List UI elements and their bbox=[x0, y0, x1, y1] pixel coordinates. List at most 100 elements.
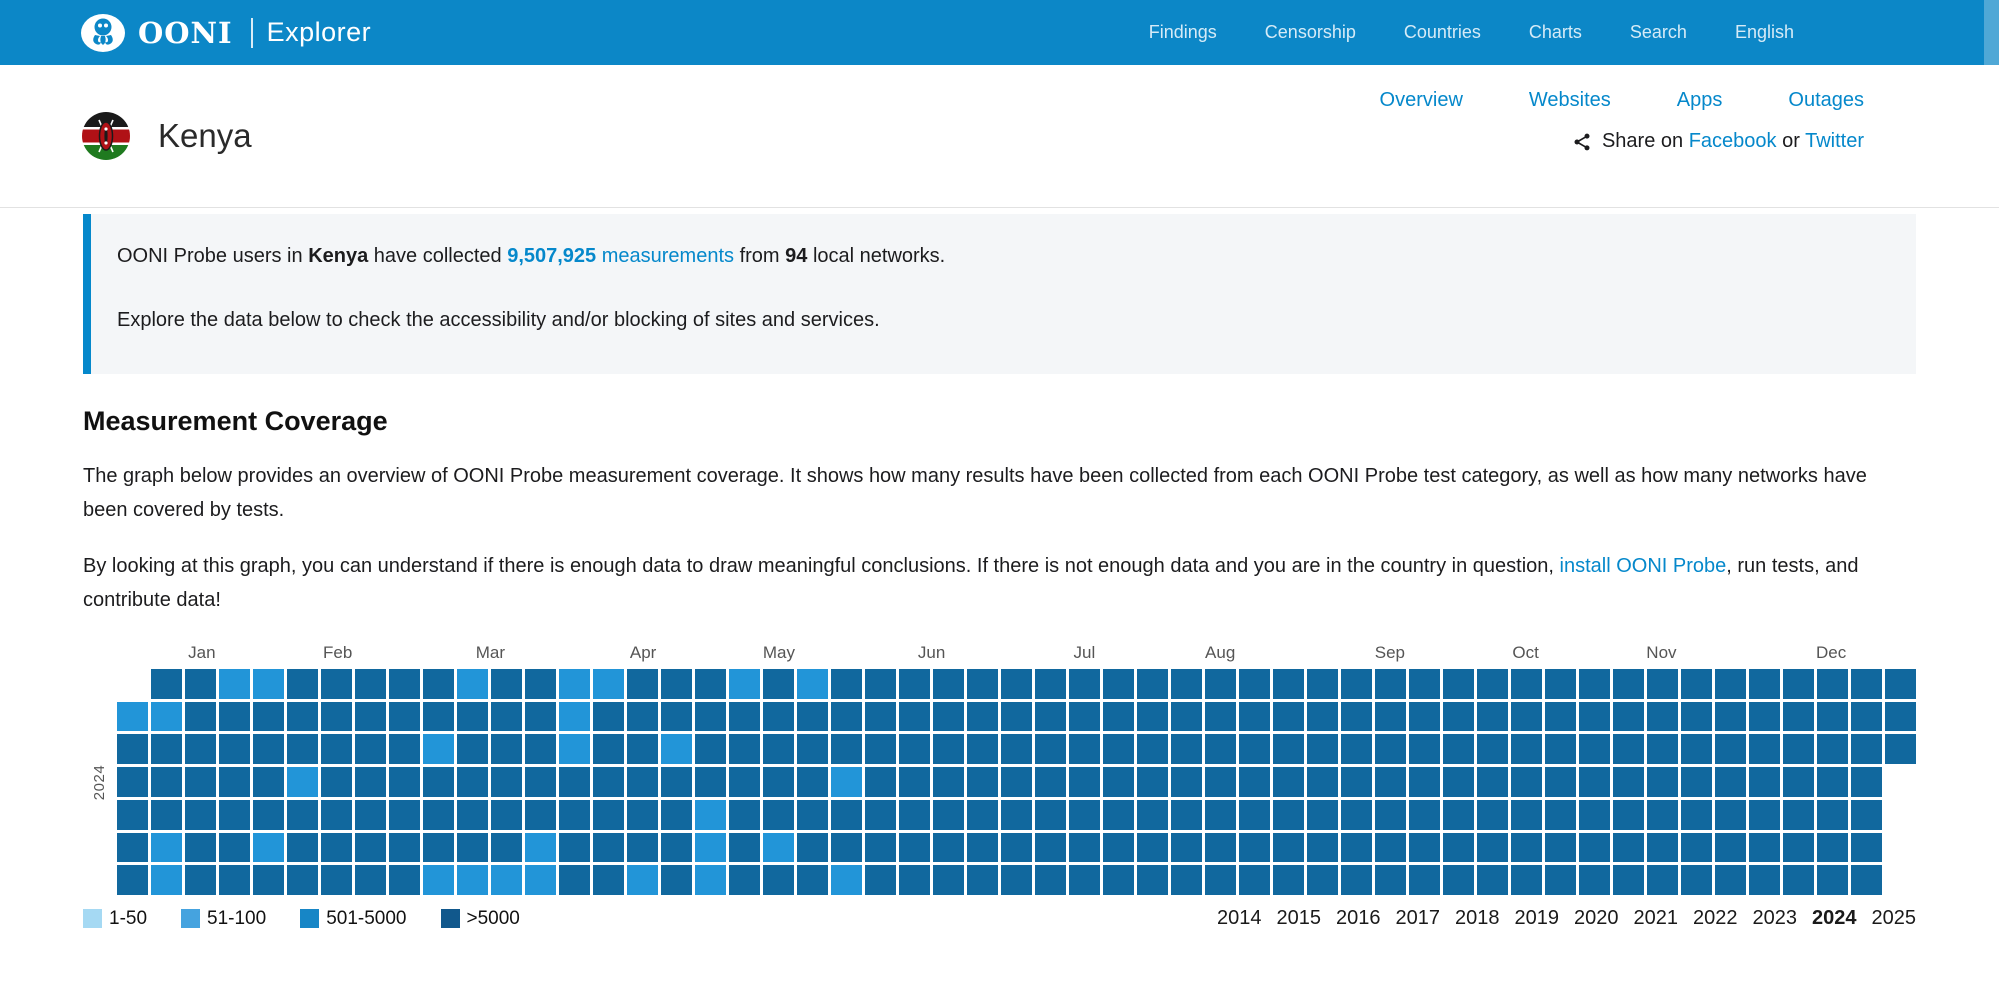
heatmap-cell[interactable] bbox=[1443, 734, 1474, 764]
heatmap-cell[interactable] bbox=[763, 702, 794, 732]
heatmap-cell[interactable] bbox=[1647, 702, 1678, 732]
heatmap-cell[interactable] bbox=[661, 702, 692, 732]
heatmap-cell[interactable] bbox=[185, 800, 216, 830]
heatmap-cell[interactable] bbox=[525, 702, 556, 732]
heatmap-cell[interactable] bbox=[1035, 669, 1066, 699]
heatmap-cell[interactable] bbox=[695, 833, 726, 863]
heatmap-cell[interactable] bbox=[1579, 865, 1610, 895]
heatmap-cell[interactable] bbox=[627, 833, 658, 863]
heatmap-cell[interactable] bbox=[355, 734, 386, 764]
heatmap-cell[interactable] bbox=[865, 702, 896, 732]
heatmap-cell[interactable] bbox=[355, 669, 386, 699]
heatmap-cell[interactable] bbox=[1239, 734, 1270, 764]
heatmap-cell[interactable] bbox=[1103, 833, 1134, 863]
heatmap-cell[interactable] bbox=[1069, 865, 1100, 895]
heatmap-cell[interactable] bbox=[1239, 669, 1270, 699]
top-nav-findings[interactable]: Findings bbox=[1149, 22, 1217, 43]
heatmap-cell[interactable] bbox=[151, 800, 182, 830]
heatmap-cell[interactable] bbox=[593, 734, 624, 764]
heatmap-cell[interactable] bbox=[695, 800, 726, 830]
heatmap-cell[interactable] bbox=[729, 669, 760, 699]
heatmap-cell[interactable] bbox=[1443, 865, 1474, 895]
text-link[interactable]: install OONI Probe bbox=[1560, 555, 1727, 577]
heatmap-cell[interactable] bbox=[219, 800, 250, 830]
heatmap-cell[interactable] bbox=[1783, 767, 1814, 797]
text-link[interactable]: Facebook bbox=[1689, 130, 1777, 152]
heatmap-cell[interactable] bbox=[763, 800, 794, 830]
heatmap-cell[interactable] bbox=[1715, 734, 1746, 764]
heatmap-cell[interactable] bbox=[1205, 800, 1236, 830]
heatmap-cell[interactable] bbox=[1171, 865, 1202, 895]
heatmap-cell[interactable] bbox=[1613, 669, 1644, 699]
heatmap-cell[interactable] bbox=[525, 669, 556, 699]
heatmap-cell[interactable] bbox=[1137, 865, 1168, 895]
heatmap-cell[interactable] bbox=[1681, 800, 1712, 830]
heatmap-cell[interactable] bbox=[1001, 702, 1032, 732]
heatmap-cell[interactable] bbox=[1375, 702, 1406, 732]
heatmap-cell[interactable] bbox=[1069, 833, 1100, 863]
heatmap-cell[interactable] bbox=[219, 702, 250, 732]
heatmap-cell[interactable] bbox=[287, 702, 318, 732]
heatmap-cell[interactable] bbox=[1205, 702, 1236, 732]
year-option-2022[interactable]: 2022 bbox=[1693, 907, 1738, 930]
heatmap-cell[interactable] bbox=[1069, 800, 1100, 830]
heatmap-cell[interactable] bbox=[389, 833, 420, 863]
heatmap-cell[interactable] bbox=[1273, 833, 1304, 863]
heatmap-cell[interactable] bbox=[117, 833, 148, 863]
heatmap-cell[interactable] bbox=[899, 702, 930, 732]
heatmap-cell[interactable] bbox=[491, 767, 522, 797]
heatmap-cell[interactable] bbox=[797, 833, 828, 863]
text-link[interactable]: Twitter bbox=[1805, 130, 1864, 152]
heatmap-cell[interactable] bbox=[865, 734, 896, 764]
heatmap-cell[interactable] bbox=[253, 767, 284, 797]
heatmap-cell[interactable] bbox=[151, 734, 182, 764]
year-option-2019[interactable]: 2019 bbox=[1515, 907, 1560, 930]
heatmap-cell[interactable] bbox=[525, 833, 556, 863]
year-option-2023[interactable]: 2023 bbox=[1753, 907, 1798, 930]
heatmap-cell[interactable] bbox=[1511, 669, 1542, 699]
heatmap-cell[interactable] bbox=[1171, 702, 1202, 732]
heatmap-cell[interactable] bbox=[1137, 767, 1168, 797]
heatmap-cell[interactable] bbox=[185, 669, 216, 699]
heatmap-cell[interactable] bbox=[1137, 833, 1168, 863]
country-tab-overview[interactable]: Overview bbox=[1380, 89, 1463, 112]
heatmap-cell[interactable] bbox=[695, 734, 726, 764]
heatmap-cell[interactable] bbox=[321, 833, 352, 863]
heatmap-cell[interactable] bbox=[1273, 734, 1304, 764]
heatmap-cell[interactable] bbox=[389, 800, 420, 830]
heatmap-cell[interactable] bbox=[491, 833, 522, 863]
heatmap-cell[interactable] bbox=[389, 702, 420, 732]
heatmap-cell[interactable] bbox=[1273, 800, 1304, 830]
heatmap-cell[interactable] bbox=[219, 865, 250, 895]
heatmap-cell[interactable] bbox=[1885, 702, 1916, 732]
heatmap-cell[interactable] bbox=[1001, 669, 1032, 699]
heatmap-cell[interactable] bbox=[1715, 833, 1746, 863]
heatmap-cell[interactable] bbox=[321, 800, 352, 830]
heatmap-cell[interactable] bbox=[1579, 800, 1610, 830]
heatmap-cell[interactable] bbox=[1035, 767, 1066, 797]
heatmap-cell[interactable] bbox=[491, 865, 522, 895]
heatmap-cell[interactable] bbox=[1273, 669, 1304, 699]
heatmap-cell[interactable] bbox=[1137, 702, 1168, 732]
heatmap-cell[interactable] bbox=[763, 767, 794, 797]
heatmap-cell[interactable] bbox=[1715, 800, 1746, 830]
heatmap-cell[interactable] bbox=[1783, 800, 1814, 830]
heatmap-cell[interactable] bbox=[1817, 669, 1848, 699]
heatmap-cell[interactable] bbox=[1069, 669, 1100, 699]
heatmap-cell[interactable] bbox=[661, 800, 692, 830]
heatmap-cell[interactable] bbox=[865, 767, 896, 797]
heatmap-cell[interactable] bbox=[1443, 669, 1474, 699]
heatmap-cell[interactable] bbox=[1647, 800, 1678, 830]
year-option-2015[interactable]: 2015 bbox=[1277, 907, 1322, 930]
heatmap-cell[interactable] bbox=[1613, 800, 1644, 830]
heatmap-cell[interactable] bbox=[1375, 669, 1406, 699]
heatmap-cell[interactable] bbox=[1443, 767, 1474, 797]
heatmap-cell[interactable] bbox=[1273, 767, 1304, 797]
heatmap-cell[interactable] bbox=[1579, 734, 1610, 764]
heatmap-cell[interactable] bbox=[389, 767, 420, 797]
heatmap-cell[interactable] bbox=[729, 800, 760, 830]
heatmap-cell[interactable] bbox=[1477, 734, 1508, 764]
heatmap-cell[interactable] bbox=[1001, 833, 1032, 863]
heatmap-cell[interactable] bbox=[593, 669, 624, 699]
language-selector[interactable]: English bbox=[1735, 22, 1794, 43]
